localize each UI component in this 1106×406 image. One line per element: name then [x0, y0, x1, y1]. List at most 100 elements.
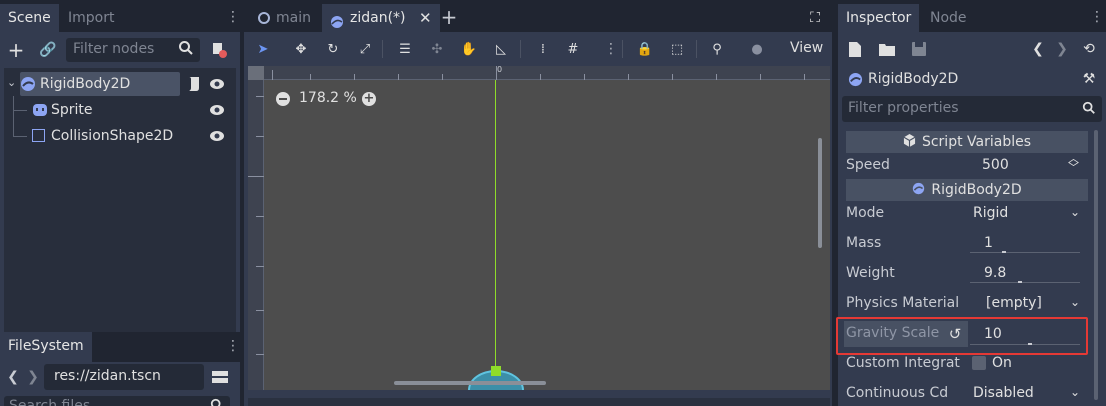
split-view-icon[interactable] [210, 367, 230, 387]
tree-row-sprite[interactable]: Sprite [32, 98, 212, 122]
grid-snap-icon[interactable]: # [562, 38, 584, 60]
chevron-down-icon: ⌄ [1070, 295, 1081, 309]
camera-icon[interactable]: ● [746, 38, 768, 60]
minus-icon [279, 98, 287, 100]
physics-material-label: Physics Material [846, 295, 960, 311]
select-tool-icon[interactable]: ➤ [252, 38, 274, 60]
ruler-tick [256, 136, 264, 137]
filesystem-path-field[interactable]: res://zidan.tscn [44, 364, 204, 390]
filesystem-menu-icon[interactable]: ⋮ [226, 339, 240, 353]
tab-scene[interactable]: Scene [0, 4, 59, 32]
sprite-icon [32, 102, 48, 126]
filter-properties-input[interactable]: Filter properties [842, 96, 1102, 122]
mass-underline [970, 252, 1080, 253]
bone-icon[interactable]: ⚲ [706, 38, 728, 60]
script-icon[interactable] [186, 76, 202, 92]
visibility-eye-icon[interactable] [208, 102, 226, 118]
link-icon[interactable]: 🔗 [38, 40, 58, 60]
rigidbody2d-section[interactable]: RigidBody2D [846, 179, 1088, 201]
visibility-eye-icon[interactable] [208, 76, 226, 92]
tab-filesystem[interactable]: FileSystem [0, 332, 92, 362]
tab-zidan-label: zidan(*) [350, 10, 406, 26]
view-menu[interactable]: View [790, 40, 823, 56]
inspector-scrollbar[interactable] [1094, 130, 1098, 400]
ruler-tick [256, 310, 264, 311]
physics-material-value: [empty] [986, 295, 1042, 311]
search-icon [210, 398, 224, 406]
mode-dropdown[interactable]: Rigid ⌄ [968, 202, 1088, 226]
new-resource-icon[interactable] [846, 40, 864, 58]
group-icon[interactable]: ⬚ [666, 38, 688, 60]
script-variables-section[interactable]: Script Variables [846, 131, 1088, 153]
distraction-free-icon[interactable]: ⛶ [805, 8, 825, 28]
tab-main-label: main [276, 10, 311, 26]
scale-tool-icon[interactable]: ⤢ [354, 38, 376, 60]
snap-toggle-icon[interactable]: ⁞ [532, 38, 554, 60]
inspector-menu-icon[interactable]: ⋮ [1090, 10, 1104, 24]
tab-inspector[interactable]: Inspector [838, 4, 920, 32]
ruler-tick [272, 70, 273, 80]
zoom-level-label[interactable]: 178.2 % [299, 90, 357, 106]
weight-input[interactable]: 9.8 [970, 260, 1080, 286]
script-variables-label: Script Variables [921, 134, 1032, 150]
search-files-placeholder: Search files [9, 398, 91, 406]
inspector-node-name: RigidBody2D [868, 71, 959, 87]
zoom-out-button[interactable] [276, 92, 290, 106]
bottom-panel-strip [248, 398, 830, 406]
back-arrow-icon[interactable]: ❮ [6, 368, 20, 386]
cube-icon [903, 133, 916, 151]
plus-icon: + [363, 91, 375, 106]
horizontal-scrollbar[interactable] [394, 381, 546, 385]
custom-integrator-checkbox[interactable] [972, 356, 986, 370]
tab-import[interactable]: Import [60, 4, 122, 32]
chevron-down-icon: ⌄ [1070, 205, 1081, 219]
speed-value: 500 [982, 157, 1009, 173]
move-tool-icon[interactable]: ✥ [290, 38, 312, 60]
viewport-canvas[interactable]: 178.2 % + [264, 80, 830, 390]
snap-options-icon[interactable]: ⋮ [604, 42, 618, 56]
list-select-icon[interactable]: ☰ [394, 38, 416, 60]
history-back-icon[interactable]: ❮ [1030, 40, 1046, 58]
search-files-input[interactable]: Search files [4, 396, 230, 406]
ruler-tick [248, 176, 264, 177]
add-tab-icon[interactable]: + [438, 5, 460, 29]
highlight-box [836, 317, 1088, 355]
tab-main[interactable]: main [250, 4, 319, 32]
spin-arrows-icon[interactable]: ︿ ﹀ [1068, 153, 1079, 173]
ruler-corner [248, 66, 264, 80]
scene-dock-menu-icon[interactable]: ⋮ [226, 10, 240, 24]
forward-arrow-icon[interactable]: ❯ [26, 368, 40, 386]
node-origin-handle[interactable] [491, 366, 501, 376]
toolbar-separator [382, 40, 383, 58]
visibility-eye-icon[interactable] [208, 128, 226, 144]
zoom-in-button[interactable]: + [362, 92, 376, 106]
tab-zidan[interactable]: zidan(*) ✕ [322, 4, 440, 32]
save-icon[interactable] [910, 40, 928, 58]
close-tab-icon[interactable]: ✕ [419, 4, 432, 32]
rigidbody-icon [20, 76, 36, 100]
physics-material-picker[interactable]: [empty] ⌄ [968, 292, 1088, 316]
mass-input[interactable]: 1 [970, 230, 1080, 256]
weight-underline [970, 282, 1080, 283]
rigidbody2d-section-label: RigidBody2D [931, 182, 1022, 198]
rotate-tool-icon[interactable]: ↻ [322, 38, 344, 60]
property-tools-icon[interactable]: ⚒ [1080, 70, 1098, 88]
filter-nodes-input[interactable]: Filter nodes [66, 38, 200, 62]
tree-collapse-icon[interactable]: ⌄ [7, 76, 16, 89]
continuous-cd-dropdown[interactable]: Disabled ⌄ [968, 382, 1088, 406]
remote-scene-icon[interactable] [208, 40, 230, 60]
lock-icon[interactable]: 🔒 [634, 38, 656, 60]
open-folder-icon[interactable] [878, 40, 896, 58]
tree-label-collisionshape2d: CollisionShape2D [51, 128, 174, 144]
tree-row-collisionshape2d[interactable]: CollisionShape2D [32, 124, 212, 148]
history-forward-icon[interactable]: ❯ [1054, 40, 1070, 58]
add-node-icon[interactable]: + [6, 38, 26, 62]
vertical-scrollbar[interactable] [818, 138, 822, 248]
pan-tool-icon[interactable]: ✋ [458, 38, 480, 60]
speed-spinbox[interactable]: 500 ︿ ﹀ [968, 153, 1088, 178]
ruler-tool-icon[interactable]: ◺ [490, 38, 512, 60]
pivot-tool-icon[interactable]: ✣ [426, 38, 448, 60]
mode-label: Mode [846, 205, 885, 221]
tab-node[interactable]: Node [922, 4, 975, 32]
object-history-icon[interactable]: ⟲ [1080, 40, 1098, 58]
